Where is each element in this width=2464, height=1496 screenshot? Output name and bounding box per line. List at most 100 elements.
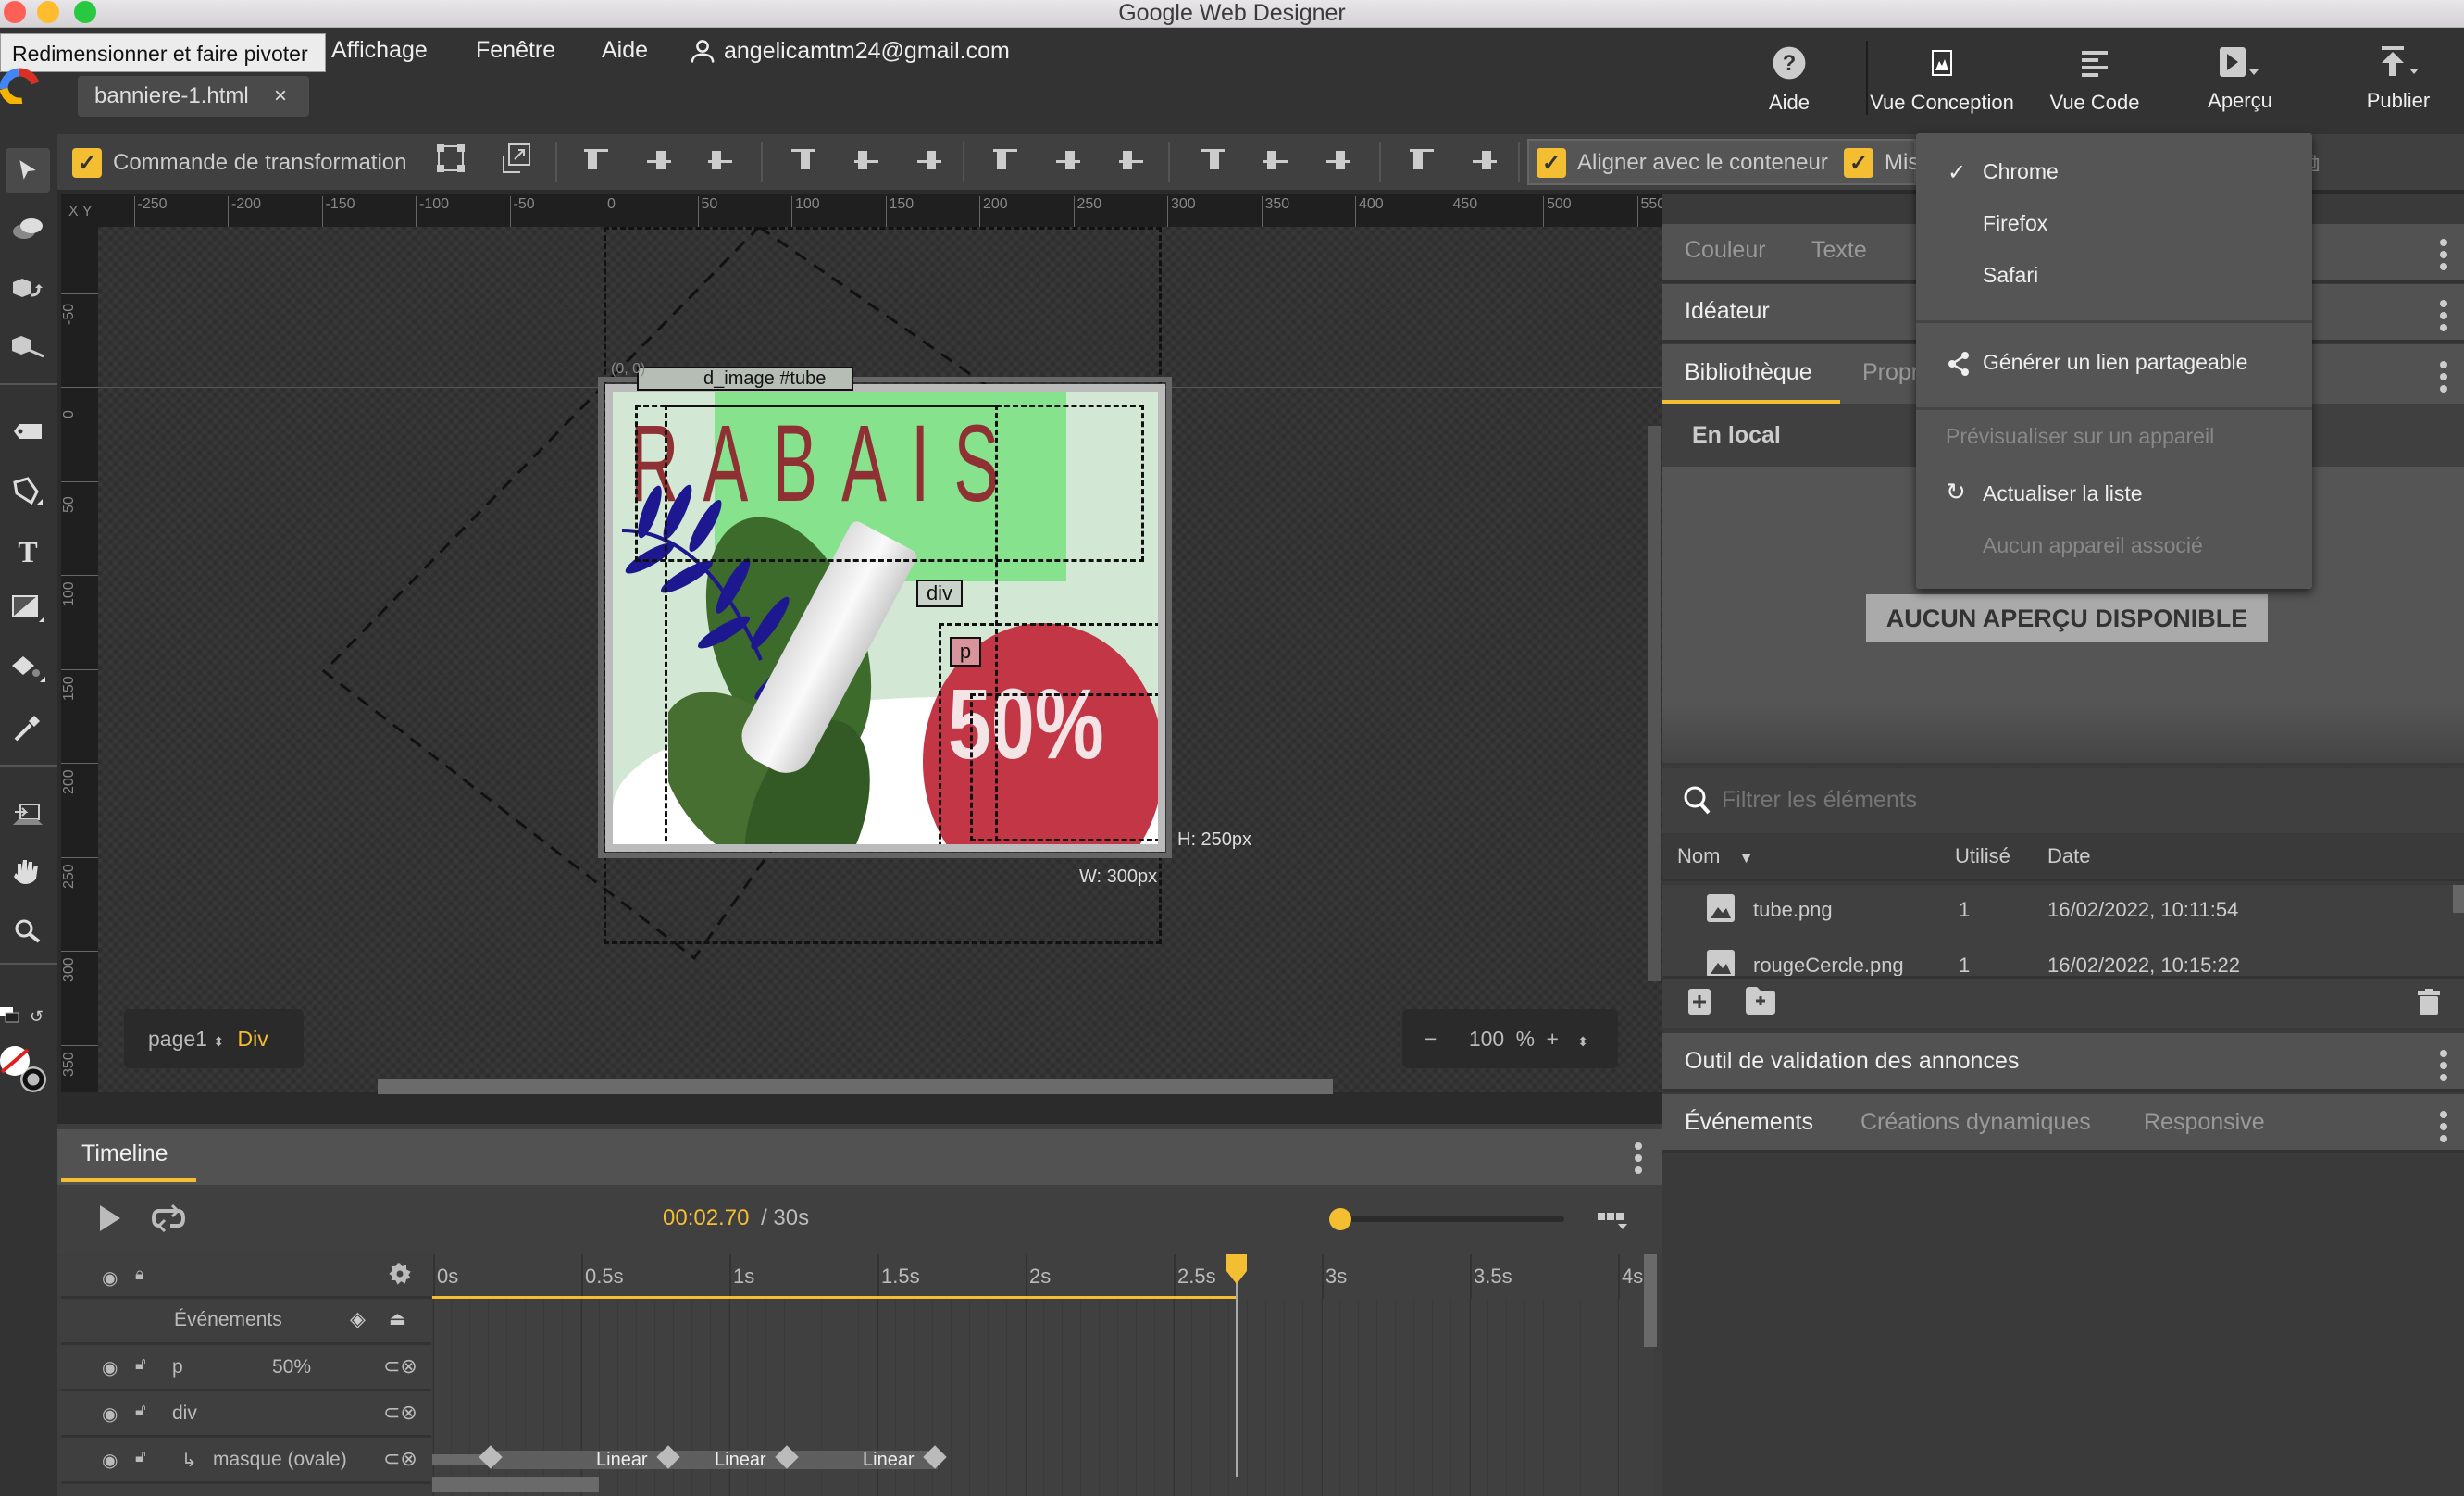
preview-button[interactable]: Aperçu (2194, 44, 2286, 118)
align-right-button[interactable] (913, 146, 946, 176)
rectangle-tool[interactable] (6, 587, 50, 631)
align-container-toggle[interactable]: ✓ Aligner avec le conteneur (1537, 148, 1828, 178)
close-tab-icon[interactable]: × (274, 76, 287, 117)
align-vcenter-button[interactable] (642, 146, 676, 176)
distribute-hcenter-button[interactable] (1259, 146, 1292, 176)
detach-animation-icon[interactable]: ⊂⊗ (383, 1447, 417, 1471)
fill-tool[interactable] (6, 646, 50, 691)
zoom-stepper-icon[interactable]: ⬍ (1577, 1034, 1588, 1049)
lock-all-icon[interactable]: 🔒︎ (135, 1265, 144, 1284)
eyedropper-tool[interactable] (6, 705, 50, 750)
distribute-top-button[interactable] (989, 146, 1022, 176)
scale-button[interactable] (500, 143, 533, 174)
swap-colors-icon[interactable] (0, 1007, 20, 1024)
easing-label[interactable]: Linear (596, 1450, 648, 1471)
extra-option-toggle[interactable]: ✓ Mis (1844, 148, 1919, 178)
add-event-icon[interactable]: ◈ (350, 1307, 366, 1331)
add-asset-button[interactable] (1688, 989, 1711, 1019)
menu-item-firefox[interactable]: Firefox (1916, 211, 2312, 236)
panel-menu-button[interactable] (2440, 300, 2447, 331)
selection-tool[interactable] (6, 148, 50, 193)
menu-item-share-link[interactable]: Générer un lien partageable (1916, 350, 2312, 376)
easing-label[interactable]: Linear (863, 1450, 915, 1471)
timeline-tab[interactable]: Timeline (81, 1141, 168, 1167)
panel-menu-button[interactable] (2440, 239, 2447, 270)
menu-item-refresh-list[interactable]: ↻ Actualiser la liste (1916, 478, 2312, 506)
library-scrollbar[interactable] (2453, 885, 2464, 913)
distribute-left-button[interactable] (1196, 146, 1229, 176)
loop-button[interactable] (150, 1203, 187, 1238)
minimize-window-button[interactable] (37, 1, 59, 23)
page-stepper-icon[interactable]: ⬍ (213, 1034, 224, 1049)
zoom-out-button[interactable]: − (1425, 1027, 1437, 1051)
align-hcenter-button[interactable] (850, 146, 883, 176)
filter-elements-input[interactable] (1722, 783, 2370, 817)
timeline-zoom-slider-thumb[interactable] (1329, 1208, 1351, 1230)
menu-affichage[interactable]: Affichage (331, 37, 428, 64)
timeline-menu-button[interactable] (1635, 1142, 1642, 1174)
delete-asset-button[interactable] (2418, 989, 2440, 1019)
help-button[interactable]: ? Aide (1759, 44, 1820, 118)
panel-menu-button[interactable] (2440, 1050, 2447, 1081)
column-date[interactable]: Date (2047, 844, 2090, 868)
zoom-in-button[interactable]: + (1546, 1027, 1558, 1051)
text-tool[interactable]: T (6, 530, 50, 574)
tab-responsive[interactable]: Responsive (2144, 1109, 2265, 1136)
visibility-all-icon[interactable]: ◉ (102, 1266, 118, 1290)
menu-item-chrome[interactable]: ✓ Chrome (1916, 159, 2312, 185)
stage-horizontal-scrollbar[interactable] (378, 1079, 1333, 1094)
current-time[interactable]: 00:02.70 (663, 1205, 749, 1230)
playhead-handle[interactable] (1226, 1254, 1247, 1289)
align-top-button[interactable] (579, 146, 613, 176)
menu-fenetre[interactable]: Fenêtre (476, 37, 555, 64)
tag-tool[interactable] (6, 409, 50, 454)
design-view-button[interactable]: Vue Conception (1868, 44, 2016, 118)
timeline-settings-button[interactable] (387, 1261, 413, 1291)
timeline-zoom-slider[interactable] (1331, 1216, 1564, 1222)
lock-icon[interactable]: 🔓︎ (135, 1354, 146, 1374)
panel-menu-button[interactable] (2440, 361, 2447, 393)
publish-button[interactable]: Publier (2347, 44, 2449, 118)
align-bottom-button[interactable] (703, 146, 737, 176)
lock-icon[interactable]: 🔓︎ (135, 1401, 146, 1420)
add-folder-button[interactable] (1746, 987, 1775, 1019)
play-button[interactable] (98, 1203, 122, 1238)
page-selector[interactable]: page1 (148, 1027, 207, 1051)
distribute-vcenter-button[interactable] (1052, 146, 1085, 176)
lock-icon[interactable]: 🔓︎ (135, 1447, 146, 1466)
code-view-button[interactable]: Vue Code (2044, 44, 2146, 118)
3d-translate-tool[interactable] (6, 324, 50, 368)
timeline-horizontal-scrollbar[interactable] (432, 1477, 599, 1492)
ad-validator-tab[interactable]: Outil de validation des annonces (1685, 1048, 2019, 1075)
maximize-window-button[interactable] (74, 1, 96, 23)
close-window-button[interactable] (4, 1, 26, 23)
hand-tool[interactable] (6, 850, 50, 894)
panel-menu-button[interactable] (2440, 1111, 2447, 1142)
layer-name[interactable]: div (172, 1402, 197, 1425)
add-label-icon[interactable]: ⏏ (389, 1307, 406, 1330)
user-account[interactable]: angelicamtm24@gmail.com (689, 37, 1010, 65)
reset-colors-icon[interactable]: ↺ (30, 1007, 46, 1026)
tab-proprietes[interactable]: Propr (1862, 359, 1919, 386)
timeline-vertical-scrollbar[interactable] (1644, 1254, 1657, 1347)
banner-canvas[interactable]: RABAIS 50% (605, 384, 1165, 852)
tab-ideateur[interactable]: Idéateur (1685, 298, 1770, 325)
align-left-button[interactable] (787, 146, 820, 176)
3d-rotate-tool[interactable] (6, 267, 50, 311)
tab-texte[interactable]: Texte (1811, 237, 1867, 264)
distribute-right-button[interactable] (1322, 146, 1355, 176)
match-height-button[interactable] (1468, 146, 1501, 176)
column-utilise[interactable]: Utilisé (1955, 844, 2010, 868)
file-tab[interactable]: banniere-1.html × (78, 76, 309, 117)
stage-tool[interactable] (6, 792, 50, 837)
easing-label[interactable]: Linear (715, 1450, 766, 1471)
tab-creations-dynamiques[interactable]: Créations dynamiques (1860, 1109, 2091, 1136)
visibility-icon[interactable]: ◉ (102, 1449, 118, 1472)
layer-name[interactable]: masque (ovale) (213, 1449, 347, 1471)
local-section-label[interactable]: En local (1692, 422, 1781, 449)
detach-animation-icon[interactable]: ⊂⊗ (383, 1401, 417, 1425)
3d-object-tool[interactable] (6, 206, 50, 250)
pen-tool[interactable] (6, 470, 50, 515)
tab-couleur[interactable]: Couleur (1685, 237, 1766, 264)
view-mode-dropdown[interactable] (1598, 1211, 1629, 1238)
